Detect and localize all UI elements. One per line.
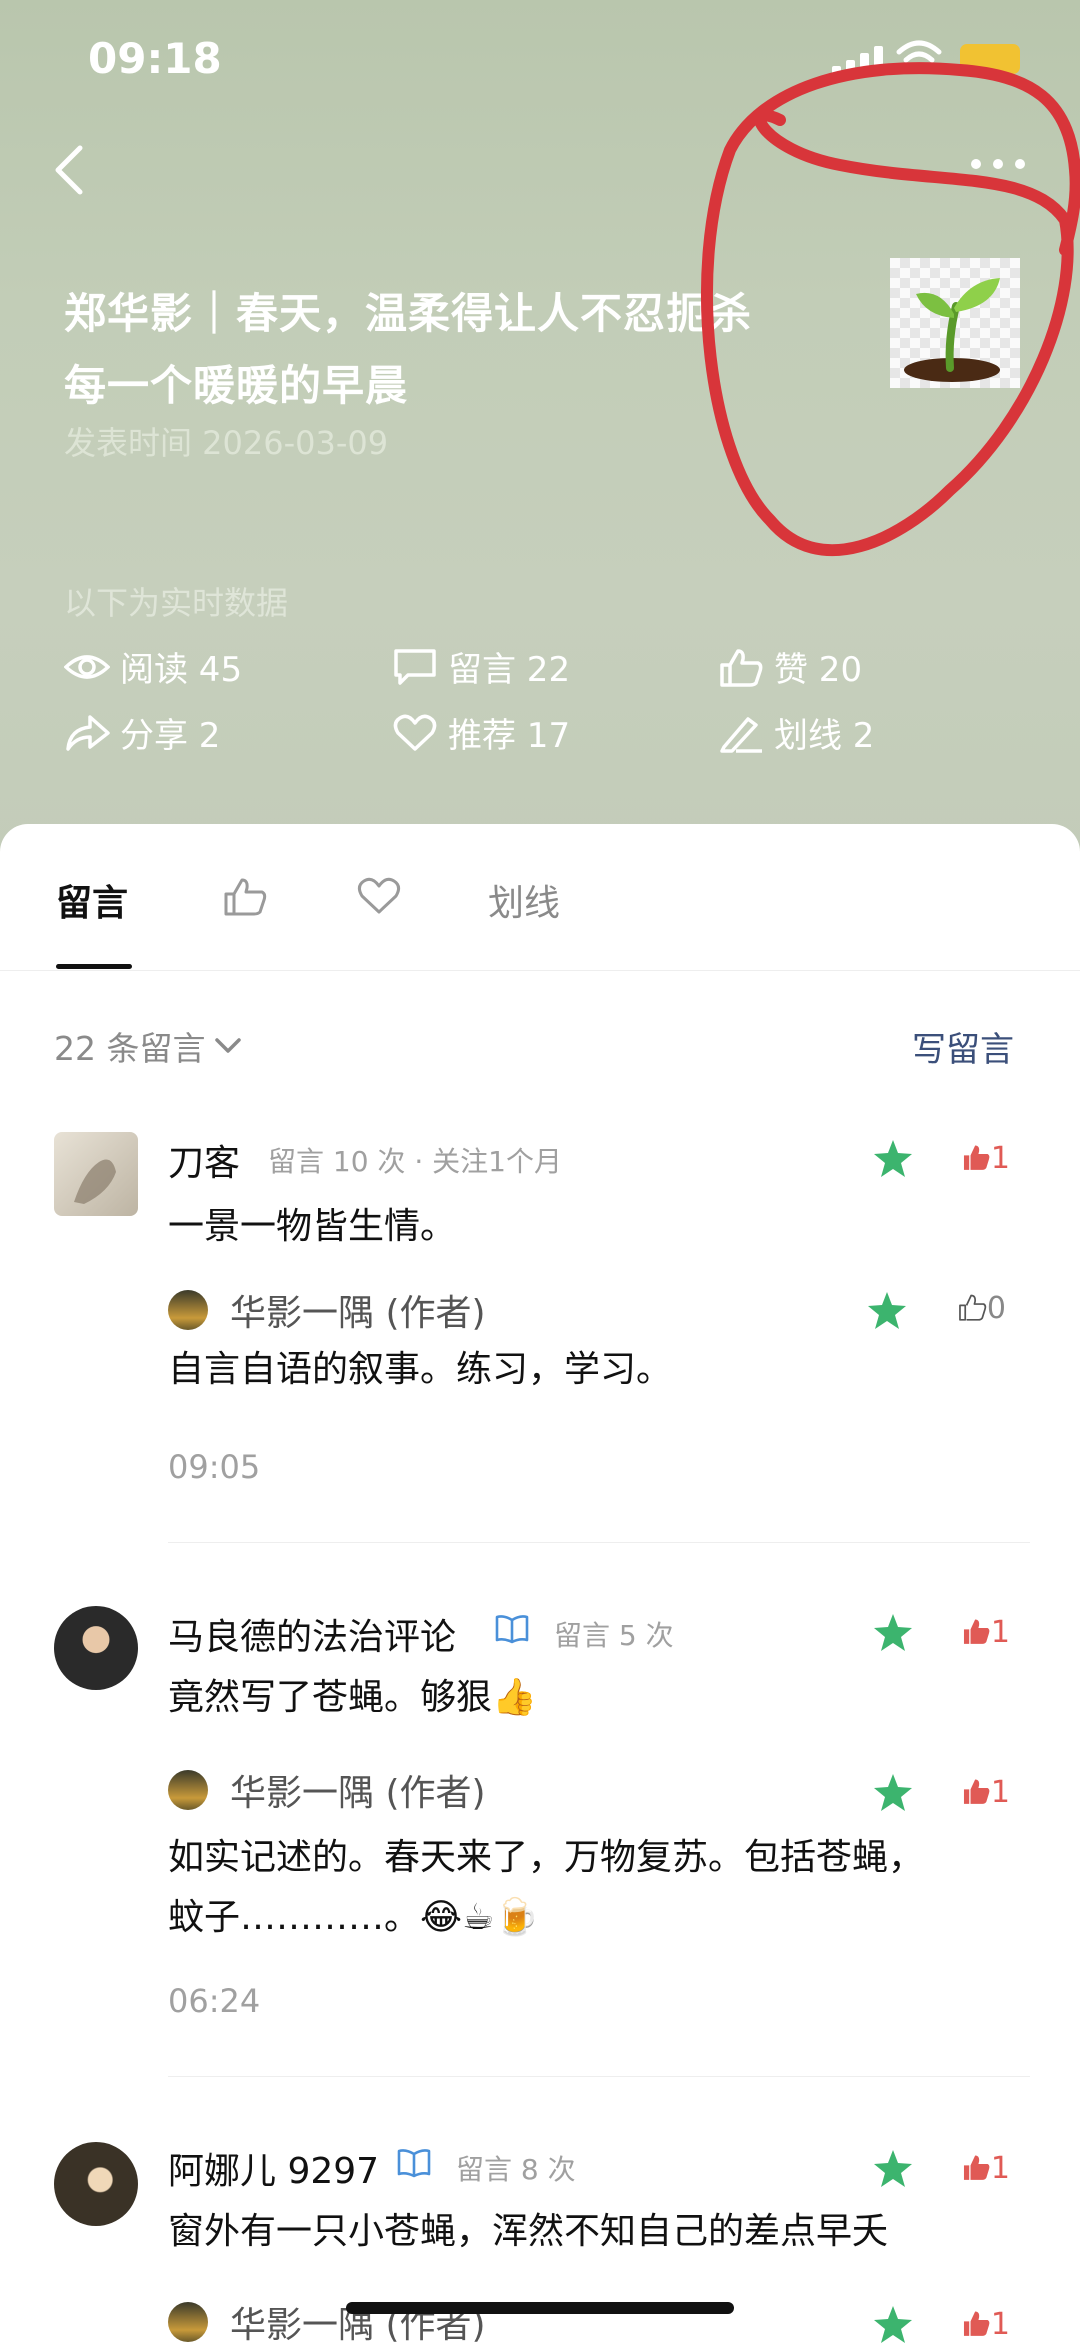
tab-highlights[interactable]: 划线: [488, 874, 560, 926]
reply-like-button[interactable]: 1: [962, 2302, 1010, 2346]
like-button[interactable]: 1: [962, 2146, 1010, 2190]
comment-time: 06:24: [168, 1982, 261, 2020]
article-title-line2: 每一个暖暖的早晨: [64, 361, 409, 410]
commenter-name[interactable]: 刀客: [168, 1134, 240, 1186]
battery-icon: [960, 44, 1020, 74]
stat-likes-label: 赞 20: [774, 650, 863, 690]
thumbs-up-icon: [963, 2155, 990, 2180]
like-count: 1: [990, 2150, 1010, 2186]
reply-author-name[interactable]: 华影一隅 (作者): [230, 1284, 486, 1336]
wifi-icon: [896, 40, 942, 74]
publish-time: 发表时间 2026-03-09: [64, 424, 389, 462]
reply-like-count: 1: [990, 2306, 1010, 2342]
pen-icon: [720, 716, 762, 753]
home-indicator[interactable]: [346, 2302, 734, 2314]
tab-active-indicator: [56, 964, 132, 969]
stat-recommend: 推荐 17: [392, 708, 570, 757]
star-icon[interactable]: [872, 2304, 914, 2346]
reply-text-line1: 如实记述的。春天来了，万物复苏。包括苍蝇，: [168, 1837, 925, 1878]
stat-read: 阅读 45: [64, 642, 242, 691]
stat-highlight-label: 划线 2: [774, 716, 875, 756]
stat-read-label: 阅读 45: [120, 650, 243, 690]
thumbs-up-icon: [720, 648, 763, 687]
thumbs-up-icon: [963, 1619, 990, 1644]
stat-share: 分享 2: [64, 708, 220, 757]
avatar[interactable]: [54, 1606, 138, 1690]
realtime-note: 以下为实时数据: [64, 584, 289, 622]
stat-comments: 留言 22: [392, 642, 570, 691]
like-count: 1: [990, 1614, 1010, 1650]
stat-highlight: 划线 2: [718, 708, 874, 757]
back-icon[interactable]: [46, 140, 96, 200]
reply-text: 如实记述的。春天来了，万物复苏。包括苍蝇， 蚊子…………。😂☕🍺: [168, 1828, 924, 1948]
reply-like-button[interactable]: 0: [958, 1286, 1006, 1330]
commenter-name[interactable]: 马良德的法治评论: [168, 1608, 456, 1660]
reply-like-button[interactable]: 1: [962, 1770, 1010, 1814]
more-options-icon[interactable]: [968, 154, 1028, 174]
seedling-icon: [904, 278, 1000, 382]
comment-separator: [168, 2076, 1030, 2077]
verified-book-icon: [495, 1615, 529, 1644]
stat-recommend-label: 推荐 17: [448, 716, 571, 756]
comment-count-toggle[interactable]: 22 条留言: [54, 1022, 243, 1070]
signal-icon: [832, 46, 883, 76]
verified-book-icon: [397, 2149, 431, 2178]
avatar[interactable]: [54, 2142, 138, 2226]
comment-text: 竟然写了苍蝇。够狠👍: [168, 1677, 537, 1718]
star-icon[interactable]: [866, 1290, 908, 1332]
author-avatar[interactable]: [168, 1290, 208, 1330]
star-icon[interactable]: [872, 1138, 914, 1180]
comment-text: 一景一物皆生情。: [168, 1206, 457, 1247]
tab-likes-thumbs-up-icon[interactable]: [222, 876, 268, 918]
article-title: 郑华影｜春天，温柔得让人不忍扼杀 每一个暖暖的早晨: [64, 278, 824, 422]
star-icon[interactable]: [872, 1772, 914, 1814]
reply-text: 自言自语的叙事。练习，学习。: [168, 1349, 673, 1390]
reply-text-line2: 蚊子…………。😂☕🍺: [168, 1897, 540, 1938]
tab-comments[interactable]: 留言: [56, 874, 128, 926]
reply-like-count: 1: [990, 1774, 1010, 1810]
tab-recommend-heart-icon[interactable]: [356, 876, 402, 918]
author-avatar[interactable]: [168, 1770, 208, 1810]
like-button[interactable]: 1: [962, 1610, 1010, 1654]
comment-separator: [168, 1542, 1030, 1543]
thumbs-up-icon: [963, 1779, 990, 1804]
status-time: 09:18: [88, 34, 222, 83]
article-title-line1: 郑华影｜春天，温柔得让人不忍扼杀: [64, 289, 753, 338]
article-thumbnail[interactable]: [890, 258, 1020, 388]
commenter-name[interactable]: 阿娜儿 9297: [168, 2142, 379, 2194]
comment-text: 窗外有一只小苍蝇，浑然不知自己的差点早夭: [168, 2211, 889, 2252]
stat-share-label: 分享 2: [120, 716, 221, 756]
eye-icon: [64, 654, 110, 679]
avatar[interactable]: [54, 1132, 138, 1216]
share-icon: [66, 714, 110, 751]
chevron-down-icon: [215, 1038, 242, 1053]
thumbs-up-icon: [963, 2311, 990, 2336]
like-count: 1: [990, 1140, 1010, 1176]
author-avatar[interactable]: [168, 2302, 208, 2342]
comment-time: 09:05: [168, 1448, 261, 1486]
thumbs-up-icon: [963, 1145, 990, 1170]
stat-likes: 赞 20: [718, 642, 862, 691]
comment-count-label: 22 条留言: [54, 1029, 206, 1068]
star-icon[interactable]: [872, 2148, 914, 2190]
write-comment-button[interactable]: 写留言: [912, 1022, 1014, 1071]
comment-icon: [394, 648, 436, 685]
reply-like-count: 0: [986, 1290, 1006, 1326]
commenter-meta: 留言 8 次: [456, 2153, 576, 2186]
tabs-divider: [0, 970, 1080, 971]
like-button[interactable]: 1: [962, 1136, 1010, 1180]
reply-author-name[interactable]: 华影一隅 (作者): [230, 1764, 486, 1816]
thumbs-up-outline-icon: [959, 1294, 987, 1321]
star-icon[interactable]: [872, 1612, 914, 1654]
commenter-meta: 留言 5 次: [554, 1619, 674, 1652]
heart-icon: [393, 714, 437, 751]
commenter-meta: 留言 10 次 · 关注1个月: [268, 1145, 562, 1178]
stat-comments-label: 留言 22: [448, 650, 571, 690]
